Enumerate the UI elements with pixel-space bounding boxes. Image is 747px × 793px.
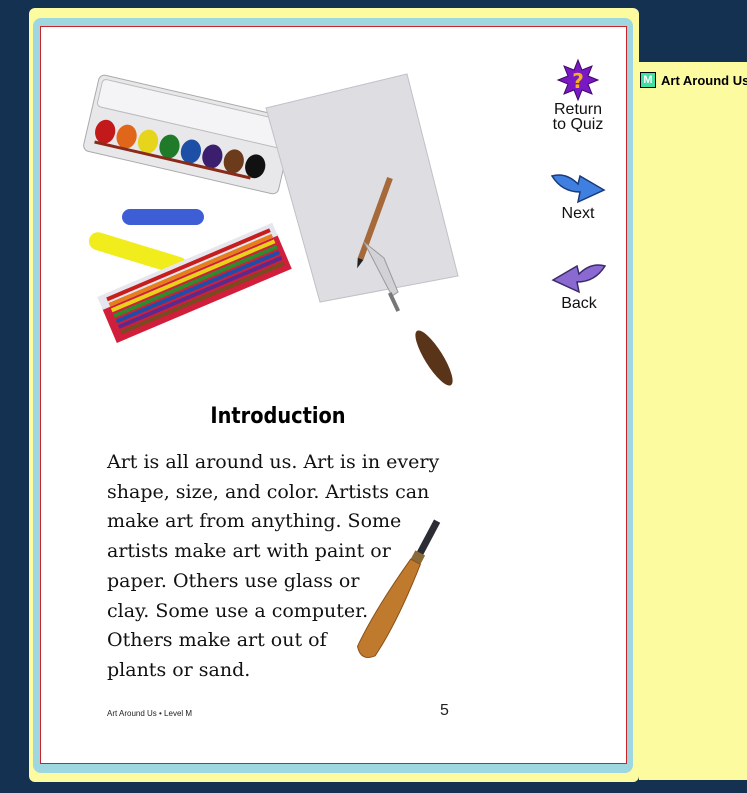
next-label: Next [561, 205, 595, 222]
page-footer: Art Around Us • Level M [107, 709, 193, 718]
svg-text:?: ? [572, 69, 584, 93]
paper-sheet-image [265, 73, 459, 303]
quiz-star-icon: ? [556, 58, 600, 102]
blue-crayon-image [122, 209, 204, 225]
back-button[interactable]: Back [544, 260, 614, 312]
page-heading: Introduction [210, 404, 346, 429]
art-supplies-illustration [83, 73, 459, 386]
side-panel [639, 62, 747, 780]
body-line: shape, size, and color. Artists can [107, 480, 430, 503]
page-number: 5 [440, 702, 449, 719]
back-arrow-icon [551, 264, 607, 294]
return-label: Return [553, 101, 603, 118]
book-title-row: M Art Around Us [640, 72, 747, 88]
next-button[interactable]: Next [543, 170, 613, 222]
return-to-quiz-button[interactable]: ? Return to Quiz [543, 58, 613, 133]
watercolor-palette-image [83, 74, 295, 195]
carving-tool-image [356, 519, 441, 658]
back-label: Back [561, 295, 597, 312]
book-title: Art Around Us [661, 72, 747, 88]
next-arrow-icon [550, 174, 606, 204]
body-line: Art is all around us. Art is in every [107, 451, 440, 473]
level-badge: M [640, 72, 656, 88]
to-quiz-label: to Quiz [552, 116, 604, 133]
